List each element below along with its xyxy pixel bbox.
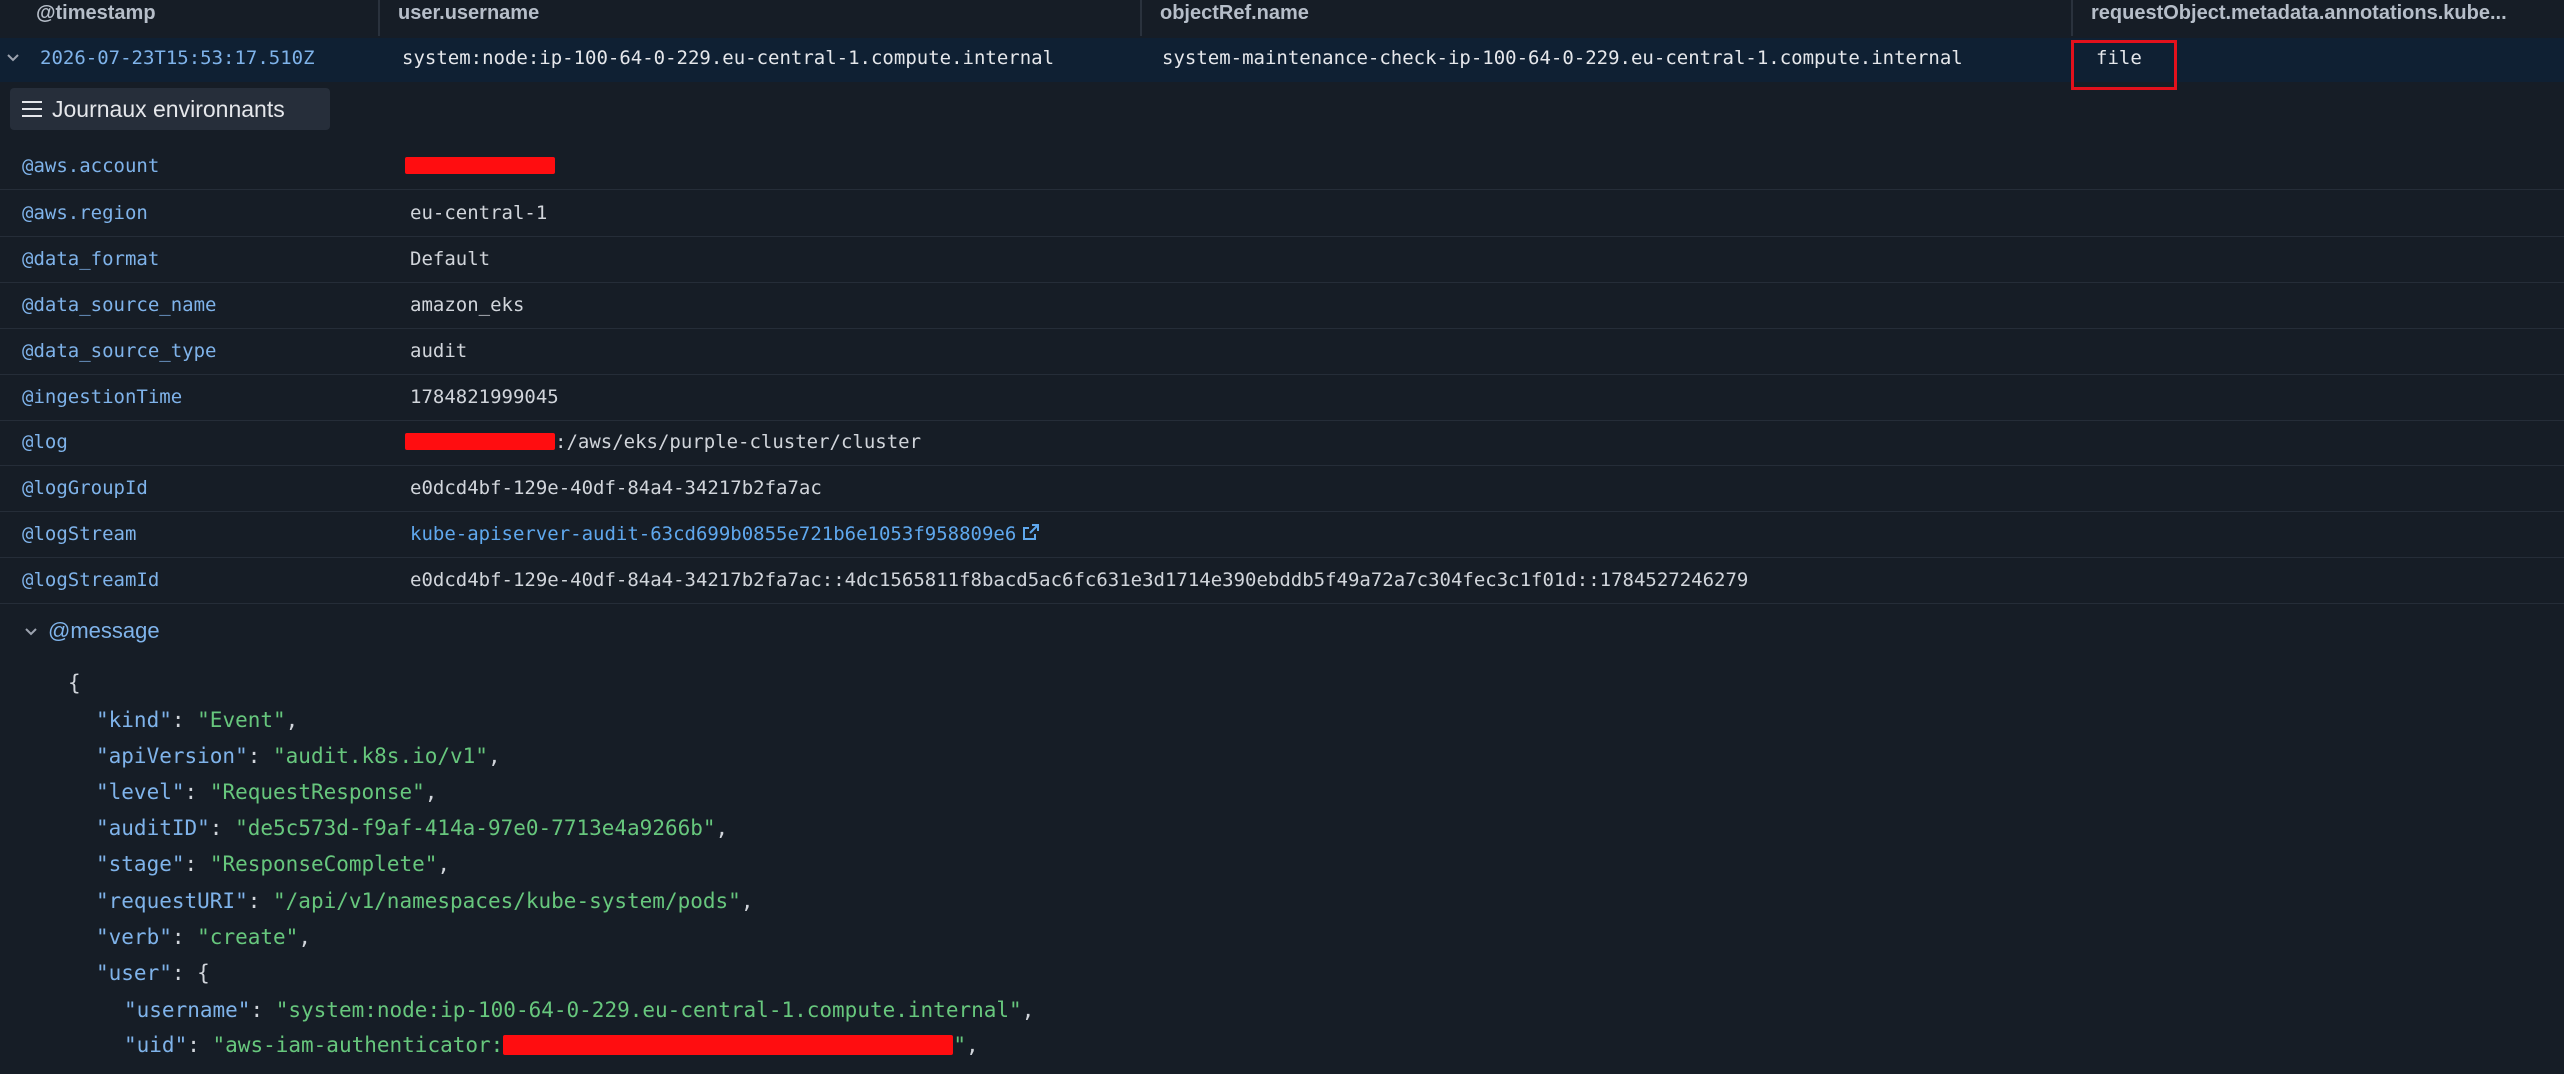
field-row: @aws.region eu-central-1 bbox=[0, 190, 2564, 237]
column-divider[interactable] bbox=[2071, 0, 2073, 36]
json-line: "requestURI": "/api/v1/namespaces/kube-s… bbox=[96, 889, 754, 913]
field-value: kube-apiserver-audit-63cd699b0855e721b6e… bbox=[410, 511, 1040, 557]
field-key: @ingestionTime bbox=[22, 386, 183, 408]
column-divider[interactable] bbox=[1140, 0, 1142, 36]
column-header-annotation[interactable]: requestObject.metadata.annotations.kube.… bbox=[2091, 0, 2561, 36]
json-line: "auditID": "de5c573d-f9af-414a-97e0-7713… bbox=[96, 816, 729, 840]
chevron-down-icon[interactable] bbox=[6, 51, 20, 70]
field-value: Default bbox=[410, 248, 491, 270]
field-row: @data_format Default bbox=[0, 236, 2564, 283]
field-key: @logStream bbox=[22, 523, 137, 545]
surrounding-logs-label: Journaux environnants bbox=[52, 95, 285, 122]
json-line: "user": { bbox=[96, 961, 210, 985]
field-key: @data_source_name bbox=[22, 294, 217, 316]
field-value bbox=[405, 143, 555, 189]
message-toggle[interactable]: @message bbox=[24, 616, 160, 646]
field-value: amazon_eks bbox=[410, 294, 525, 316]
json-line: "username": "system:node:ip-100-64-0-229… bbox=[124, 998, 1035, 1022]
row-username: system:node:ip-100-64-0-229.eu-central-1… bbox=[402, 47, 1055, 69]
field-key: @data_format bbox=[22, 248, 160, 270]
json-line: "stage": "ResponseComplete", bbox=[96, 852, 451, 876]
external-link-icon[interactable] bbox=[1022, 512, 1040, 558]
message-label: @message bbox=[48, 618, 160, 643]
field-value: e0dcd4bf-129e-40df-84a4-34217b2fa7ac::4d… bbox=[410, 569, 1749, 591]
field-row: @ingestionTime 1784821999045 bbox=[0, 374, 2564, 421]
row-object-name: system-maintenance-check-ip-100-64-0-229… bbox=[1162, 47, 1963, 69]
field-value: e0dcd4bf-129e-40df-84a4-34217b2fa7ac bbox=[410, 477, 822, 499]
results-table-header: @timestamp user.username objectRef.name … bbox=[0, 0, 2564, 36]
field-value: 1784821999045 bbox=[410, 386, 559, 408]
field-row: @logStreamId e0dcd4bf-129e-40df-84a4-342… bbox=[0, 557, 2564, 604]
column-header-object-name[interactable]: objectRef.name bbox=[1160, 0, 2060, 36]
table-row[interactable]: 2026-07-23T15:53:17.510Z system:node:ip-… bbox=[0, 38, 2564, 82]
field-row: @data_source_name amazon_eks bbox=[0, 282, 2564, 329]
redacted-mark bbox=[405, 433, 555, 450]
json-line: "kind": "Event", bbox=[96, 708, 299, 732]
redacted-mark bbox=[503, 1035, 954, 1055]
row-timestamp[interactable]: 2026-07-23T15:53:17.510Z bbox=[40, 38, 315, 82]
redacted-mark bbox=[405, 157, 555, 174]
column-header-username[interactable]: user.username bbox=[398, 0, 1138, 36]
menu-icon bbox=[22, 101, 42, 117]
field-row: @logStream kube-apiserver-audit-63cd699b… bbox=[0, 511, 2564, 558]
column-divider[interactable] bbox=[378, 0, 380, 36]
json-line: "level": "RequestResponse", bbox=[96, 780, 438, 804]
chevron-down-icon bbox=[24, 617, 38, 647]
log-stream-link[interactable]: kube-apiserver-audit-63cd699b0855e721b6e… bbox=[410, 523, 1016, 545]
field-row: @logGroupId e0dcd4bf-129e-40df-84a4-3421… bbox=[0, 465, 2564, 512]
field-key: @logGroupId bbox=[22, 477, 148, 499]
json-line: "uid": "aws-iam-authenticator: ", bbox=[124, 1033, 979, 1057]
json-line: "apiVersion": "audit.k8s.io/v1", bbox=[96, 744, 501, 768]
field-row: @aws.account bbox=[0, 143, 2564, 190]
field-value: audit bbox=[410, 340, 468, 362]
column-header-timestamp[interactable]: @timestamp bbox=[36, 0, 376, 36]
field-key: @logStreamId bbox=[22, 569, 160, 591]
surrounding-logs-button[interactable]: Journaux environnants bbox=[10, 88, 330, 130]
field-row: @log :/aws/eks/purple-cluster/cluster bbox=[0, 419, 2564, 466]
field-key: @aws.account bbox=[22, 155, 160, 177]
json-line: { bbox=[68, 671, 81, 695]
field-row: @data_source_type audit bbox=[0, 328, 2564, 375]
field-value: :/aws/eks/purple-cluster/cluster bbox=[405, 419, 921, 465]
field-key: @log bbox=[22, 431, 68, 453]
field-key: @aws.region bbox=[22, 202, 148, 224]
field-key: @data_source_type bbox=[22, 340, 217, 362]
json-line: "verb": "create", bbox=[96, 925, 311, 949]
field-value: eu-central-1 bbox=[410, 202, 548, 224]
highlight-box bbox=[2071, 40, 2177, 90]
